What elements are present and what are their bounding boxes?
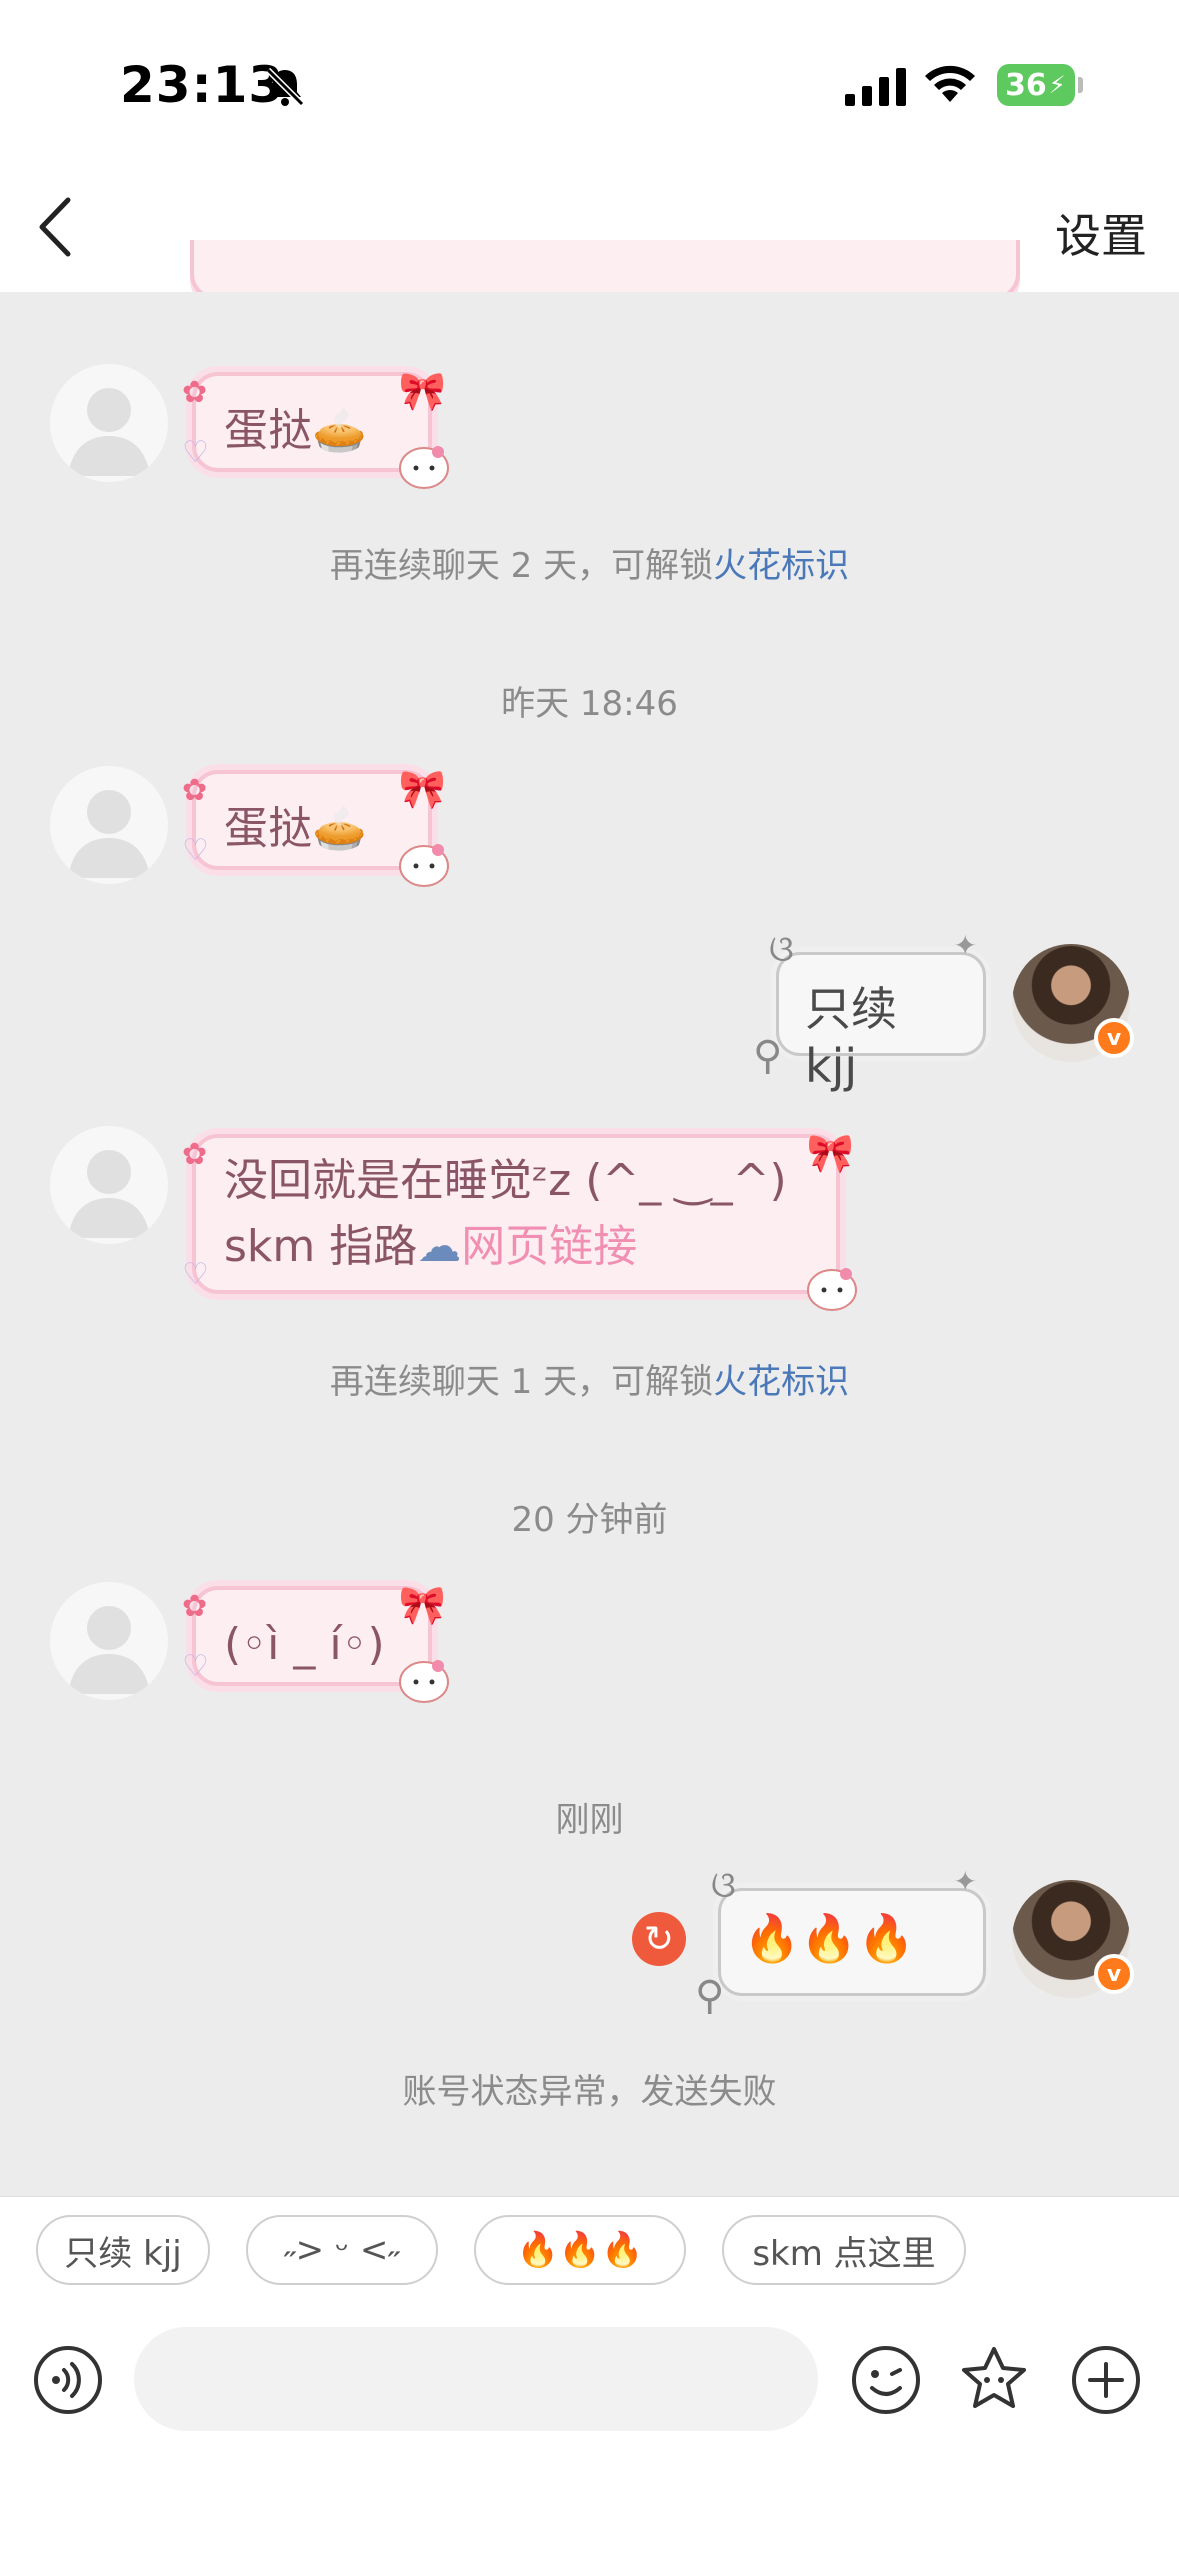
tart-emoji: 🥧 [312,405,367,456]
streak-hint: 再连续聊天 1 天，可解锁火花标识 [0,1354,1179,1403]
battery-indicator: 36 ⚡ [997,64,1083,106]
settings-button[interactable]: 设置 [1055,200,1147,266]
quick-reply-chip[interactable]: 只续 kjj [36,2215,210,2285]
avatar[interactable] [50,1582,168,1700]
message-text: (◦ì _ í◦) [224,1619,385,1670]
clip-mask [0,292,1179,310]
send-error-text: 账号状态异常，发送失败 [402,2072,777,2112]
web-link[interactable]: 网页链接 [461,1221,637,1272]
strawberry-icon: ✿ [182,1589,208,1624]
my-avatar[interactable]: v [1012,1880,1134,1998]
timestamp: 20 分钟前 [511,1500,668,1540]
resend-icon[interactable]: ↻ [632,1912,686,1966]
kitty-icon [399,844,449,887]
avatar[interactable] [50,364,168,482]
strawberry-icon: ✿ [182,375,208,410]
message-text-prefix: skm 指路 [224,1221,418,1272]
streak-hint: 再连续聊天 2 天，可解锁火花标识 [0,538,1179,587]
message-text: 蛋挞 [224,405,312,456]
heart-icon: ♡ [182,435,209,470]
message-text: 只续 kjj [805,982,897,1093]
status-time: 23:13 [120,56,285,114]
my-message-bubble[interactable]: ଓ ✦ 🔥🔥🔥 ⚲ [695,1865,986,2019]
battery-level: 36 [1005,67,1047,103]
voice-icon[interactable] [32,2344,104,2416]
verified-badge-icon: v [1094,1954,1134,1994]
strawberry-icon: ✿ [182,1137,208,1172]
plus-icon[interactable] [1070,2344,1142,2416]
kitty-icon [399,1660,449,1703]
streak-hint-text: 再连续聊天 1 天，可解锁 [329,1362,714,1402]
spark-badge-link[interactable]: 火花标识 [713,1362,849,1402]
bow-icon: 🎀 [806,1131,854,1175]
message-text-line1: 没回就是在睡觉ᶻz (^_ ‿_^) [224,1155,787,1206]
heart-icon: ♡ [182,1649,209,1684]
message-text: 蛋挞 [224,803,312,854]
streak-hint-text: 再连续聊天 2 天，可解锁 [329,546,714,586]
message-bubble[interactable]: ✿ 🎀 (◦ì _ í◦) ♡ [182,1583,449,1703]
message-input[interactable] [134,2327,818,2431]
cloud-icon: ☁ [417,1221,462,1272]
mirror-icon: ⚲ [695,1973,725,2019]
message-bubble[interactable]: ✿ 🎀 没回就是在睡觉ᶻz (^_ ‿_^) skm 指路☁网页链接 ♡ [182,1131,857,1311]
butterfly-icon: ଓ [711,1865,736,1906]
message-text: 🔥🔥🔥 [743,1911,915,1965]
verified-badge-icon: v [1094,1018,1134,1058]
cellular-signal-icon [845,68,906,106]
bow-icon: 🎀 [398,369,446,413]
kitty-icon [399,446,449,489]
partial-message-bubble [190,240,1020,300]
strawberry-icon: ✿ [182,773,208,808]
heart-icon: ♡ [182,833,209,868]
kitty-icon [807,1268,857,1311]
my-avatar[interactable]: v [1012,944,1134,1062]
avatar[interactable] [50,766,168,884]
wifi-icon [925,65,975,102]
charging-icon: ⚡ [1048,71,1066,99]
message-bubble[interactable]: ✿ 🎀 蛋挞🥧 ♡ [182,369,449,489]
heart-icon: ♡ [182,1257,209,1292]
tart-emoji: 🥧 [312,803,367,854]
mirror-icon: ⚲ [753,1033,783,1079]
sparkle-icon: ✦ [953,929,977,962]
back-button[interactable] [30,192,80,262]
emoji-icon[interactable] [850,2344,922,2416]
quick-reply-chip[interactable]: 🔥🔥🔥 [474,2215,686,2285]
sparkle-icon: ✦ [953,1865,977,1898]
message-text-line2: skm 指路☁网页链接 [224,1214,808,1280]
sticker-icon[interactable] [958,2344,1030,2416]
spark-badge-link[interactable]: 火花标识 [713,546,849,586]
avatar[interactable] [50,1126,168,1244]
mute-bell-icon [265,67,305,107]
quick-reply-chip[interactable]: skm 点这里 [722,2215,966,2285]
bow-icon: 🎀 [398,767,446,811]
quick-reply-chip[interactable]: ˶> ᵕ <˶ [246,2215,438,2285]
timestamp: 刚刚 [555,1800,624,1840]
butterfly-icon: ଓ [769,929,794,970]
bow-icon: 🎀 [398,1583,446,1627]
my-message-bubble[interactable]: ଓ ✦ 只续 kjj ⚲ [753,929,986,1093]
timestamp: 昨天 18:46 [501,684,678,724]
message-bubble[interactable]: ✿ 🎀 蛋挞🥧 ♡ [182,767,449,887]
